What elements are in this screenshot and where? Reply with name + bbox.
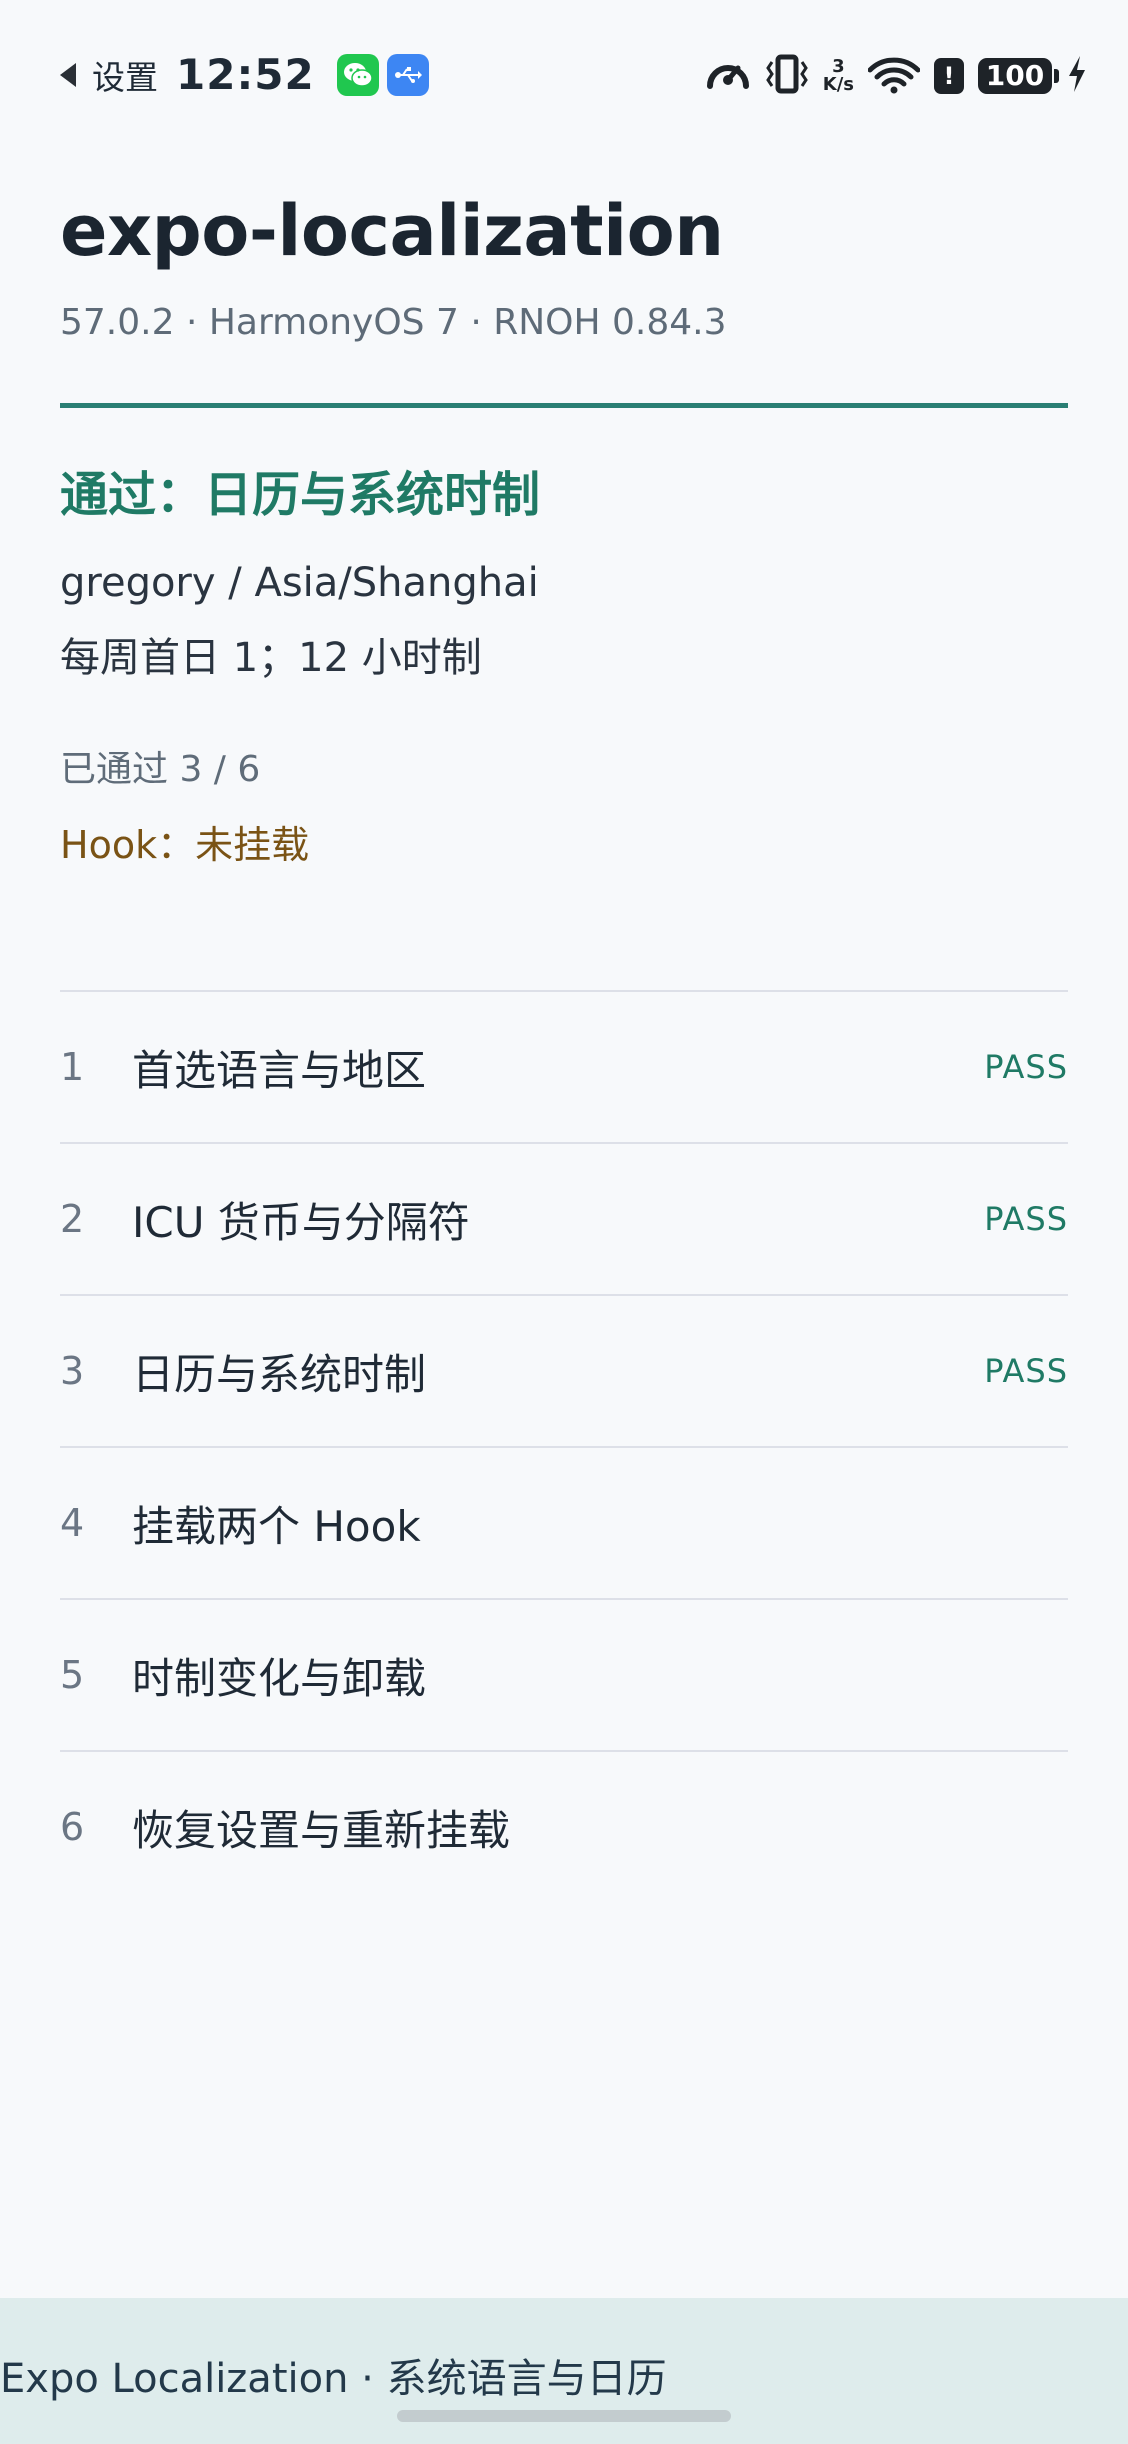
test-row[interactable]: 6 恢复设置与重新挂载 [60,1750,1068,1902]
net-speed-unit: K/s [822,74,854,95]
accent-divider [60,403,1068,408]
test-label: 首选语言与地区 [132,1045,427,1095]
usb-icon [386,53,429,96]
back-arrow-icon[interactable] [60,62,76,87]
wifi-icon [867,54,921,98]
test-status: PASS [984,1048,1068,1086]
status-bar-left: 设置 12:52 [60,50,429,99]
calendar-info: gregory / Asia/Shanghai [60,560,539,606]
test-status: PASS [984,1200,1068,1238]
pass-heading: 通过：日历与系统时制 [60,467,541,523]
speedometer-icon [705,54,751,98]
test-list: 1 首选语言与地区 PASS 2 ICU 货币与分隔符 PASS 3 日历与系统… [60,990,1068,1902]
test-row[interactable]: 2 ICU 货币与分隔符 PASS [60,1142,1068,1294]
test-label: 恢复设置与重新挂载 [132,1805,511,1855]
test-label: 时制变化与卸载 [132,1653,427,1703]
test-number: 4 [60,1501,85,1545]
test-number: 1 [60,1045,85,1089]
net-speed-indicator: 3 K/s [823,58,854,94]
test-label: 挂载两个 Hook [132,1501,421,1551]
clock: 12:52 [176,50,315,99]
test-row[interactable]: 3 日历与系统时制 PASS [60,1294,1068,1446]
alert-icon: ! [934,58,964,94]
version-subtitle: 57.0.2 · HarmonyOS 7 · RNOH 0.84.3 [60,302,727,343]
gesture-handle[interactable] [397,2410,731,2422]
passed-count: 已通过 3 / 6 [60,749,261,790]
status-bar-right: 3 K/s ! 100 [705,54,1088,98]
test-number: 2 [60,1197,85,1241]
test-number: 3 [60,1349,85,1393]
hook-status: Hook：未挂载 [60,823,310,867]
test-label: 日历与系统时制 [132,1349,427,1399]
battery-icon: 100 [978,58,1059,94]
test-status: PASS [984,1352,1068,1390]
wechat-icon [336,53,379,96]
vibrate-icon [765,54,809,98]
test-row[interactable]: 4 挂载两个 Hook [60,1446,1068,1598]
test-row[interactable]: 1 首选语言与地区 PASS [60,990,1068,1142]
test-number: 6 [60,1805,85,1849]
page-title: expo-localization [60,190,724,272]
test-label: ICU 货币与分隔符 [132,1197,470,1247]
bottom-bar: Expo Localization · 系统语言与日历 [0,2298,1128,2444]
screen: 设置 12:52 3 K/s ! 100 expo-localization 5… [0,0,1128,2444]
test-row[interactable]: 5 时制变化与卸载 [60,1598,1068,1750]
back-app-label[interactable]: 设置 [92,51,158,99]
status-bar: 设置 12:52 3 K/s ! 100 [0,0,1128,150]
week-info: 每周首日 1；12 小时制 [60,635,482,681]
bottom-bar-label: Expo Localization · 系统语言与日历 [0,2356,667,2402]
charging-icon [1066,54,1088,98]
test-number: 5 [60,1653,85,1697]
